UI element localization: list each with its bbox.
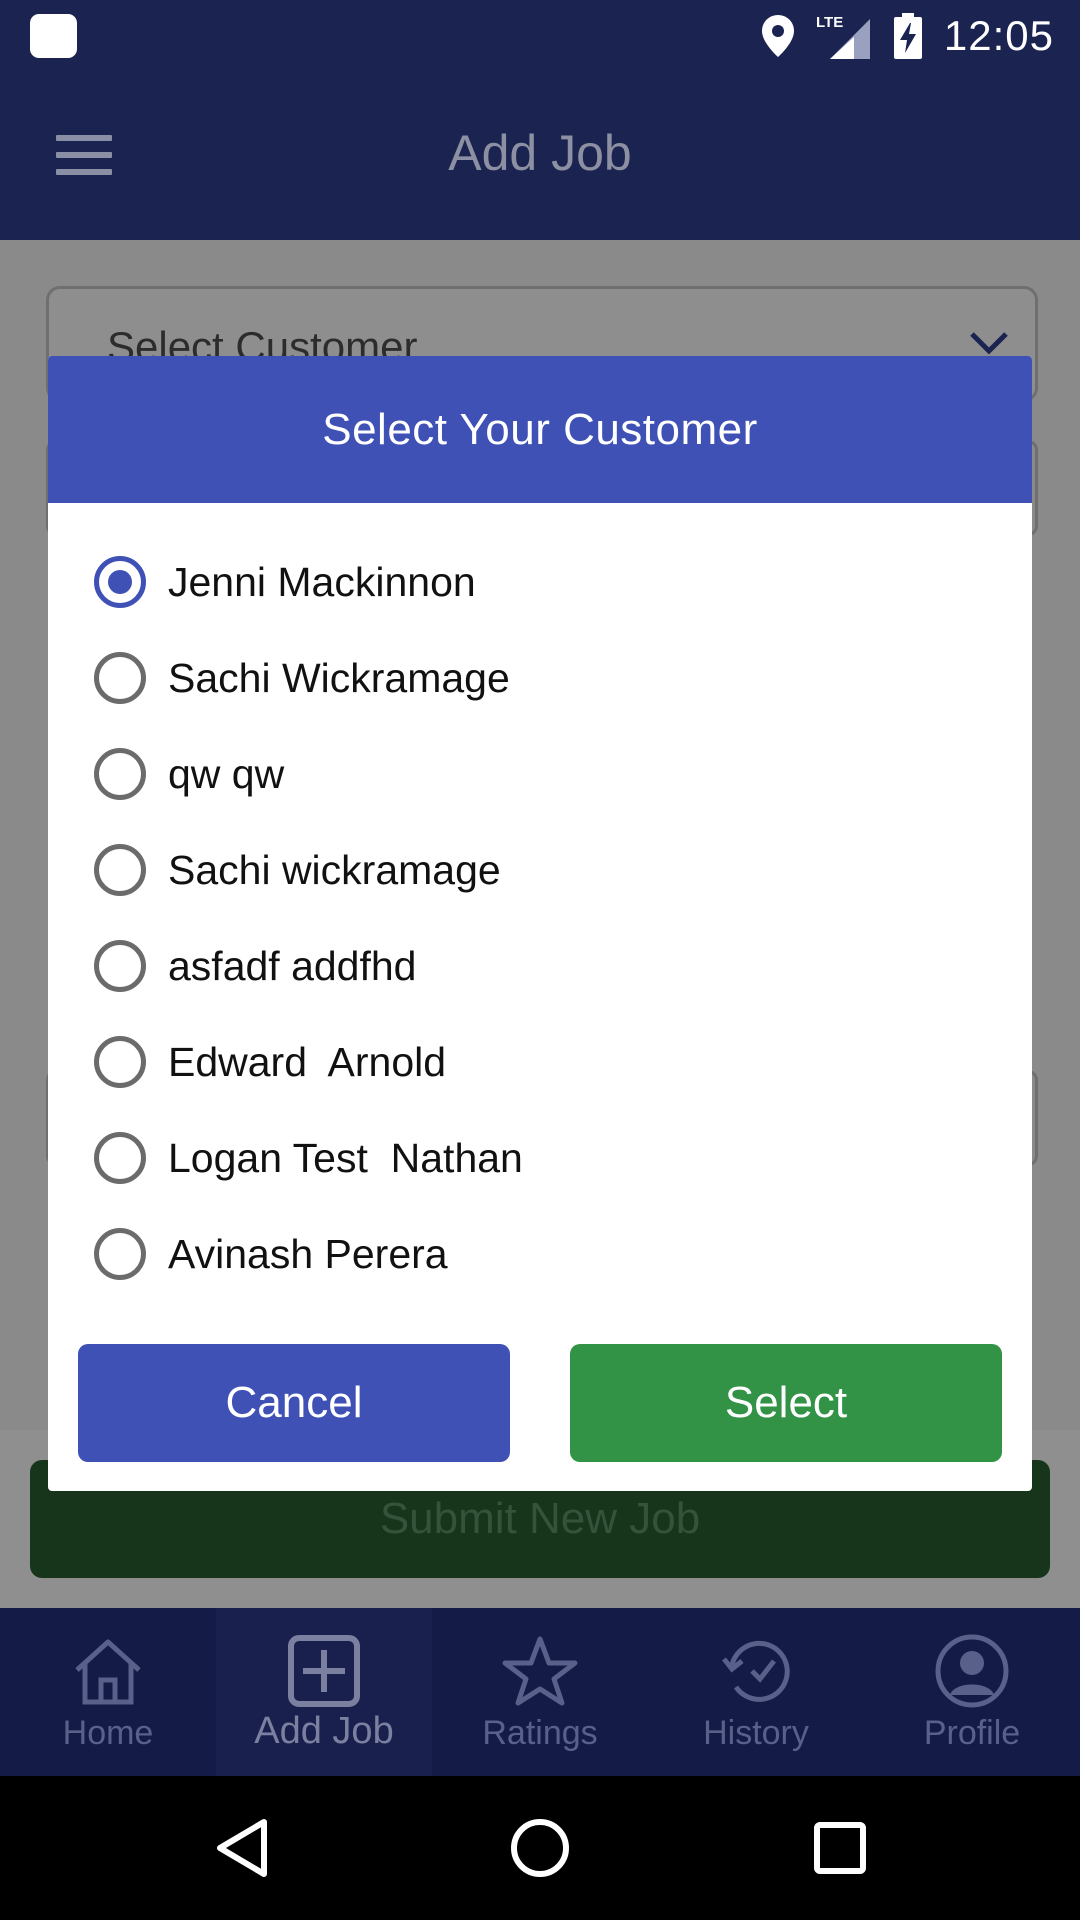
cancel-button[interactable]: Cancel (78, 1344, 510, 1462)
svg-text:LTE: LTE (816, 14, 843, 31)
status-time: 12:05 (943, 12, 1054, 59)
nav-label: Add Job (254, 1710, 394, 1752)
customer-option[interactable]: qw qw (94, 734, 284, 814)
option-label: asfadf addfhd (168, 942, 417, 989)
chevron-down-icon (970, 332, 1008, 355)
back-icon[interactable] (214, 1818, 270, 1878)
option-label: Sachi Wickramage (168, 654, 510, 701)
radio-button[interactable] (94, 844, 146, 896)
nav-label: Home (62, 1714, 154, 1752)
nav-item-home[interactable]: Home (0, 1608, 216, 1776)
nav-item-ratings[interactable]: Ratings (432, 1608, 648, 1776)
option-label: Jenni Mackinnon (168, 558, 476, 605)
customer-option[interactable]: asfadf addfhd (94, 926, 416, 1006)
nav-item-profile[interactable]: Profile (864, 1608, 1080, 1776)
option-label: qw qw (168, 750, 285, 797)
radio-button[interactable] (94, 1228, 146, 1280)
home-circle-icon[interactable] (510, 1818, 570, 1878)
profile-icon (935, 1634, 1009, 1708)
radio-button[interactable] (94, 1036, 146, 1088)
app-bar: Add Job (0, 72, 1080, 240)
customer-option[interactable]: Logan Test Nathan (94, 1118, 523, 1198)
customer-option[interactable]: Sachi wickramage (94, 830, 501, 910)
location-icon (761, 15, 794, 57)
select-button[interactable]: Select (570, 1344, 1002, 1462)
radio-button[interactable] (94, 748, 146, 800)
radio-button-checked[interactable] (94, 556, 146, 608)
customer-option[interactable]: Edward Arnold (94, 1022, 446, 1102)
dialog-title: Select Your Customer (48, 356, 1032, 503)
customer-option[interactable]: Sachi Wickramage (94, 638, 510, 718)
radio-button[interactable] (94, 1132, 146, 1184)
nav-item-history[interactable]: History (648, 1608, 864, 1776)
system-nav-bar (0, 1776, 1080, 1920)
add-box-icon (288, 1635, 360, 1707)
option-label: Avinash Perera (168, 1230, 448, 1277)
radio-button[interactable] (94, 652, 146, 704)
bottom-nav: Home Add Job Ratings History Profile (0, 1608, 1080, 1776)
customer-option[interactable]: Avinash Perera (94, 1214, 448, 1294)
option-label: Logan Test Nathan (168, 1134, 523, 1181)
nav-item-add-job[interactable]: Add Job (216, 1608, 432, 1776)
star-icon (502, 1636, 578, 1706)
customer-option[interactable]: Jenni Mackinnon (94, 542, 476, 622)
home-icon (75, 1639, 141, 1705)
lte-signal-icon: LTE (816, 14, 870, 59)
option-label: Sachi wickramage (168, 846, 501, 893)
status-bar: LTE 12:05 (0, 0, 1080, 72)
nav-label: Ratings (482, 1714, 598, 1752)
battery-charging-icon (893, 13, 922, 59)
nav-label: Profile (923, 1714, 1021, 1752)
history-icon (722, 1640, 790, 1702)
app-notification-icon (30, 14, 77, 58)
select-customer-dialog: Select Your Customer Jenni Mackinnon Sac… (48, 356, 1032, 1491)
nav-label: History (703, 1714, 809, 1752)
status-icons: LTE 12:05 (761, 0, 1054, 72)
radio-button[interactable] (94, 940, 146, 992)
recents-icon[interactable] (814, 1822, 866, 1874)
option-label: Edward Arnold (168, 1038, 447, 1085)
page-title: Add Job (448, 125, 632, 181)
